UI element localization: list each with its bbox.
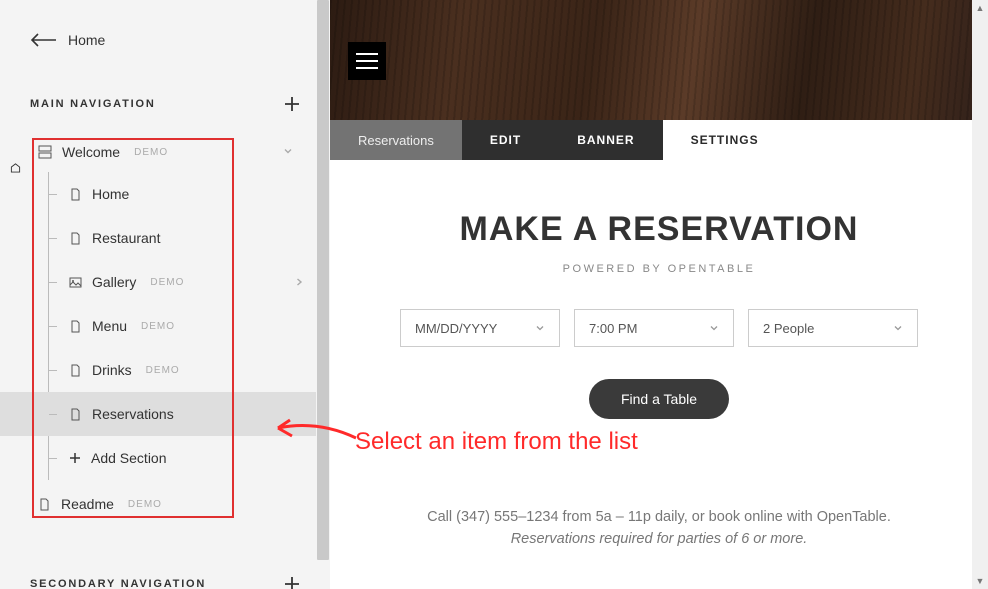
tab-banner[interactable]: BANNER xyxy=(549,120,662,160)
back-home-row[interactable]: Home xyxy=(30,32,300,48)
sidebar: Home MAIN NAVIGATION Welcome DEMO xyxy=(0,0,330,589)
preview-scrollbar[interactable]: ▲ ▼ xyxy=(972,0,988,589)
call-info-text: Call (347) 555–1234 from 5a – 11p daily,… xyxy=(370,509,948,525)
scroll-down-button[interactable]: ▼ xyxy=(972,573,988,589)
party-size-value: 2 People xyxy=(763,321,814,336)
home-icon xyxy=(10,160,21,178)
preview-content: Reservations EDIT BANNER SETTINGS MAKE A… xyxy=(330,0,988,589)
sidebar-item-label: Reservations xyxy=(92,406,174,422)
sidebar-item-label: Home xyxy=(92,186,129,202)
party-size-select[interactable]: 2 People xyxy=(748,309,918,347)
tab-reservations[interactable]: Reservations xyxy=(330,120,462,160)
time-value: 7:00 PM xyxy=(589,321,637,336)
sidebar-item-label: Add Section xyxy=(91,450,167,466)
demo-tag: DEMO xyxy=(146,365,180,376)
tab-edit[interactable]: EDIT xyxy=(462,120,549,160)
main-nav-title: MAIN NAVIGATION xyxy=(30,98,156,110)
sidebar-item-restaurant[interactable]: Restaurant xyxy=(49,216,300,260)
chevron-down-icon xyxy=(282,144,294,160)
secondary-nav-title: SECONDARY NAVIGATION xyxy=(30,578,206,589)
preview-pane: Reservations EDIT BANNER SETTINGS MAKE A… xyxy=(330,0,988,589)
sidebar-item-label: Readme xyxy=(61,496,114,512)
sidebar-item-welcome[interactable]: Welcome DEMO xyxy=(30,132,300,172)
sidebar-item-label: Gallery xyxy=(92,274,136,290)
date-value: MM/DD/YYYY xyxy=(415,321,497,336)
banner-image xyxy=(330,0,988,120)
tab-settings[interactable]: SETTINGS xyxy=(663,120,787,160)
page-icon xyxy=(38,498,51,511)
demo-tag: DEMO xyxy=(150,277,184,288)
image-icon xyxy=(69,276,82,289)
find-table-button[interactable]: Find a Table xyxy=(589,379,729,419)
sidebar-item-label: Drinks xyxy=(92,362,132,378)
page-icon xyxy=(69,320,82,333)
page-icon xyxy=(69,364,82,377)
add-main-nav-button[interactable] xyxy=(284,96,300,112)
date-select[interactable]: MM/DD/YYYY xyxy=(400,309,560,347)
policy-text: Reservations required for parties of 6 o… xyxy=(370,531,948,547)
home-label: Home xyxy=(68,32,105,48)
sidebar-add-section[interactable]: Add Section xyxy=(49,436,300,480)
page-icon xyxy=(69,408,82,421)
demo-tag: DEMO xyxy=(128,499,162,510)
chevron-down-icon xyxy=(709,323,719,333)
powered-by-text: POWERED BY OPENTABLE xyxy=(370,263,948,275)
add-secondary-nav-button[interactable] xyxy=(284,576,300,589)
page-icon xyxy=(69,188,82,201)
chevron-down-icon xyxy=(893,323,903,333)
scroll-up-button[interactable]: ▲ xyxy=(972,0,988,16)
demo-tag: DEMO xyxy=(134,147,168,158)
annotation-text: Select an item from the list xyxy=(355,428,638,456)
sidebar-scrollbar[interactable] xyxy=(316,0,330,589)
layout-icon xyxy=(38,145,52,159)
annotation-arrow-icon xyxy=(268,410,358,450)
demo-tag: DEMO xyxy=(141,321,175,332)
sidebar-item-drinks[interactable]: Drinks DEMO xyxy=(49,348,300,392)
welcome-children: Home Restaurant Gallery DEMO Menu DEMO xyxy=(48,172,300,480)
main-nav-header: MAIN NAVIGATION xyxy=(30,96,300,112)
reservation-widget: MAKE A RESERVATION POWERED BY OPENTABLE … xyxy=(330,160,988,547)
chevron-right-icon xyxy=(294,274,304,290)
secondary-nav-header: SECONDARY NAVIGATION xyxy=(30,576,300,589)
plus-icon xyxy=(69,452,81,464)
hamburger-menu-button[interactable] xyxy=(348,42,386,80)
sidebar-item-label: Menu xyxy=(92,318,127,334)
sidebar-item-menu[interactable]: Menu DEMO xyxy=(49,304,300,348)
sidebar-item-label: Restaurant xyxy=(92,230,160,246)
preview-tabs: Reservations EDIT BANNER SETTINGS xyxy=(330,120,988,160)
reservation-form-row: MM/DD/YYYY 7:00 PM 2 People xyxy=(370,309,948,347)
reservation-heading: MAKE A RESERVATION xyxy=(370,210,948,249)
time-select[interactable]: 7:00 PM xyxy=(574,309,734,347)
sidebar-item-label: Welcome xyxy=(62,144,120,160)
arrow-left-icon xyxy=(30,33,56,47)
sidebar-item-gallery[interactable]: Gallery DEMO xyxy=(49,260,300,304)
main-nav-list: Welcome DEMO Home Restaurant Gallery xyxy=(30,132,300,524)
sidebar-scroll-thumb[interactable] xyxy=(317,0,329,560)
page-icon xyxy=(69,232,82,245)
chevron-down-icon xyxy=(535,323,545,333)
sidebar-item-home[interactable]: Home xyxy=(49,172,300,216)
sidebar-item-readme[interactable]: Readme DEMO xyxy=(30,480,300,524)
